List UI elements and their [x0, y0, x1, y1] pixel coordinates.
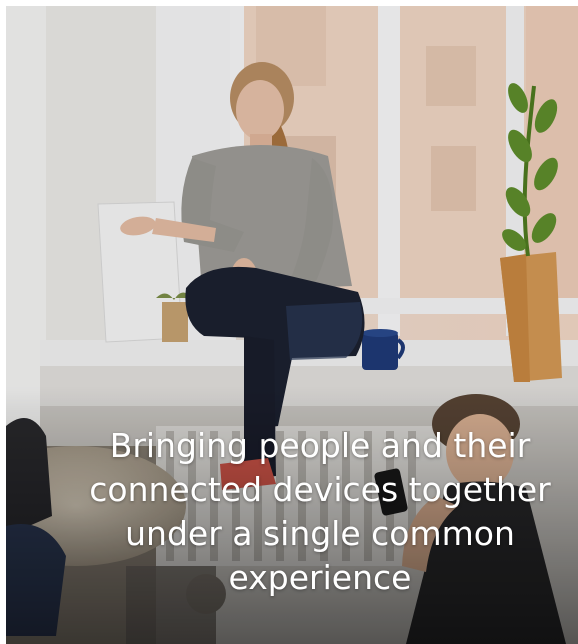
caption-line-1: Bringing people and their	[109, 426, 531, 465]
caption-line-2: connected devices together	[89, 470, 551, 509]
caption-line-4: experience	[228, 558, 412, 597]
caption-line-3: under a single common	[125, 514, 515, 553]
hero-card: Bringing people and their connected devi…	[0, 0, 578, 644]
hero-caption: Bringing people and their connected devi…	[60, 424, 578, 600]
